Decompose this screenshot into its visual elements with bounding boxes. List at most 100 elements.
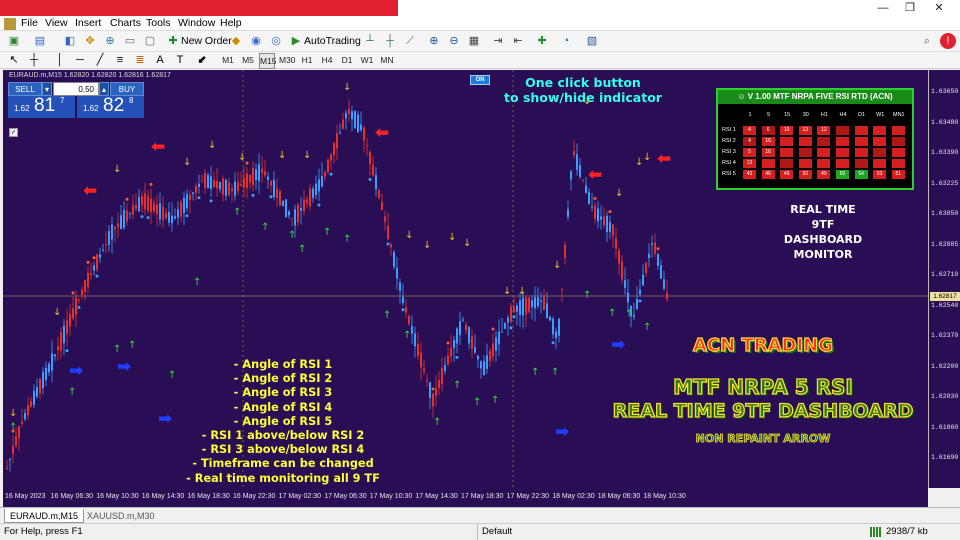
periods-icon[interactable]: ◔ bbox=[558, 33, 574, 49]
tf-w1[interactable]: W1 bbox=[359, 53, 375, 67]
data-window-icon[interactable]: ⊕ bbox=[102, 33, 118, 49]
volume-input[interactable]: 0.50 bbox=[53, 82, 99, 96]
candle-body bbox=[369, 151, 371, 165]
arrows-icon[interactable]: ⬋ bbox=[194, 52, 210, 68]
tab-euraud[interactable]: EURAUD.m,M15 bbox=[4, 509, 85, 523]
tf-d1[interactable]: D1 bbox=[339, 53, 355, 67]
close-button[interactable]: ✕ bbox=[932, 1, 946, 15]
volume-dropdown-icon[interactable]: ▾ bbox=[42, 82, 52, 96]
maximize-button[interactable]: ❐ bbox=[903, 1, 917, 15]
candle-body bbox=[360, 124, 362, 131]
line-chart-icon[interactable]: ⟋ bbox=[402, 33, 418, 49]
zoom-out-icon[interactable]: ⊖ bbox=[446, 33, 462, 49]
chart-shift-icon[interactable]: ⇥ bbox=[490, 33, 506, 49]
indicators-icon[interactable]: ✚ bbox=[534, 33, 550, 49]
price-scale[interactable]: 1.63650 1.63480 1.63390 1.63225 1.63050 1.628… bbox=[928, 70, 960, 488]
templates-icon[interactable]: ▧ bbox=[584, 33, 600, 49]
candle-body bbox=[330, 154, 332, 161]
market-watch-icon[interactable]: ◧ bbox=[62, 33, 78, 49]
candlestick-icon[interactable]: ┼ bbox=[382, 33, 398, 49]
candle-body bbox=[390, 244, 392, 248]
metaeditor-icon[interactable]: ◆ bbox=[228, 33, 244, 49]
zoom-in-icon[interactable]: ⊕ bbox=[426, 33, 442, 49]
minimize-button[interactable]: — bbox=[876, 1, 890, 15]
tab-xauusd[interactable]: XAUUSD.m,M30 bbox=[82, 509, 160, 523]
candle-body bbox=[120, 215, 122, 229]
feature-item: - Real time monitoring all 9 TF bbox=[186, 471, 380, 485]
tile-windows-icon[interactable]: ▦ bbox=[466, 33, 482, 49]
tf-m30[interactable]: M30 bbox=[279, 53, 296, 67]
profiles-icon[interactable]: ▤ bbox=[32, 33, 48, 49]
channel-icon[interactable]: ≡ bbox=[112, 52, 128, 68]
bar-chart-icon[interactable]: ┴ bbox=[362, 33, 378, 49]
menu-insert[interactable]: Insert bbox=[75, 17, 101, 30]
signals-icon[interactable]: ◉ bbox=[248, 33, 264, 49]
candle-body bbox=[285, 199, 287, 218]
menu-help[interactable]: Help bbox=[220, 17, 242, 30]
vertical-line-icon[interactable]: │ bbox=[52, 52, 68, 68]
rsi-dot bbox=[509, 326, 513, 330]
dashboard-cell bbox=[798, 137, 812, 146]
candle-body bbox=[423, 368, 425, 372]
label-icon[interactable]: T bbox=[172, 52, 188, 68]
rsi-dot bbox=[551, 341, 555, 345]
dashboard-cell bbox=[817, 137, 831, 146]
new-order-button[interactable]: New Order bbox=[181, 33, 232, 49]
search-icon[interactable]: ⌕ bbox=[919, 33, 935, 49]
menu-file[interactable]: File bbox=[21, 17, 38, 30]
tester-icon[interactable]: ▢ bbox=[142, 33, 158, 49]
navigator-icon[interactable]: ✥ bbox=[82, 33, 98, 49]
chart-settings-icon[interactable]: ✓ bbox=[9, 128, 18, 137]
autotrading-button[interactable]: AutoTrading bbox=[304, 33, 361, 49]
dashboard-row-label: RSI 4 bbox=[722, 160, 736, 166]
market-icon[interactable]: ◎ bbox=[268, 33, 284, 49]
rsi-dot bbox=[140, 215, 144, 219]
candle-body bbox=[474, 347, 476, 353]
menu-tools[interactable]: Tools bbox=[146, 17, 171, 30]
candle-body bbox=[501, 331, 503, 333]
candle-body bbox=[57, 346, 59, 351]
candle-body bbox=[15, 436, 17, 446]
menu-charts[interactable]: Charts bbox=[110, 17, 141, 30]
new-order-icon[interactable]: ✚ bbox=[165, 33, 181, 49]
sell-price[interactable]: 1.62 81 7 bbox=[8, 95, 75, 118]
candle-body bbox=[516, 305, 518, 312]
cursor-icon[interactable]: ↖ bbox=[6, 52, 22, 68]
menu-window[interactable]: Window bbox=[178, 17, 215, 30]
tf-mn[interactable]: MN bbox=[379, 53, 395, 67]
new-chart-icon[interactable]: ▣ bbox=[6, 33, 22, 49]
terminal-icon[interactable]: ▭ bbox=[122, 33, 138, 49]
candle-body bbox=[657, 254, 659, 266]
menu-view[interactable]: View bbox=[45, 17, 68, 30]
candle-body bbox=[150, 198, 152, 213]
down-arrow-icon: ↓ bbox=[343, 82, 351, 93]
tf-h4[interactable]: H4 bbox=[319, 53, 335, 67]
buy-button[interactable]: BUY bbox=[110, 82, 144, 96]
price-chart[interactable]: ↑ ↑ ↑ ↑ ↑ ↑ ↑ ↑ ↑ ↑ ↑ ↑ ↑ ↑ ↑ ↑ ↑ ↑ ↑ ↑ ↑ ↑ ↑ ↑ ↓ ↓ ↓ ↓ ↓ ↓ ↓ ↓ ↓ ↓ ↓ ↓ ↓ ↓ ↓ ↓… bbox=[3, 70, 928, 488]
tf-h1[interactable]: H1 bbox=[299, 53, 315, 67]
candle-body bbox=[81, 289, 83, 295]
candle-body bbox=[324, 172, 326, 177]
notifications-icon[interactable]: ! bbox=[940, 33, 956, 49]
candle-body bbox=[180, 201, 182, 217]
tf-m5[interactable]: M5 bbox=[240, 53, 256, 67]
candle-body bbox=[213, 180, 215, 188]
trendline-icon[interactable]: ╱ bbox=[92, 52, 108, 68]
sell-button[interactable]: SELL bbox=[8, 82, 42, 96]
crosshair-icon[interactable]: ┼ bbox=[26, 52, 42, 68]
time-axis[interactable]: 16 May 2023 16 May 06:30 16 May 10:30 16 Ma… bbox=[3, 488, 928, 507]
dashboard-cell: 51 bbox=[891, 170, 905, 179]
up-arrow-icon: ↑ bbox=[625, 309, 633, 320]
autotrading-icon[interactable]: ▶ bbox=[288, 33, 304, 49]
candle-body bbox=[279, 191, 281, 206]
autoscroll-icon[interactable]: ⇤ bbox=[510, 33, 526, 49]
up-arrow-icon: ↑ bbox=[193, 277, 201, 288]
candle-body bbox=[33, 391, 35, 405]
tf-m1[interactable]: M1 bbox=[220, 53, 236, 67]
horizontal-line-icon[interactable]: ─ bbox=[72, 52, 88, 68]
fibonacci-icon[interactable]: ≣ bbox=[132, 52, 148, 68]
volume-up-icon[interactable]: ▴ bbox=[99, 82, 109, 96]
text-icon[interactable]: A bbox=[152, 52, 168, 68]
tf-m15[interactable]: M15 bbox=[259, 53, 277, 69]
buy-price[interactable]: 1.62 82 8 bbox=[77, 95, 144, 118]
